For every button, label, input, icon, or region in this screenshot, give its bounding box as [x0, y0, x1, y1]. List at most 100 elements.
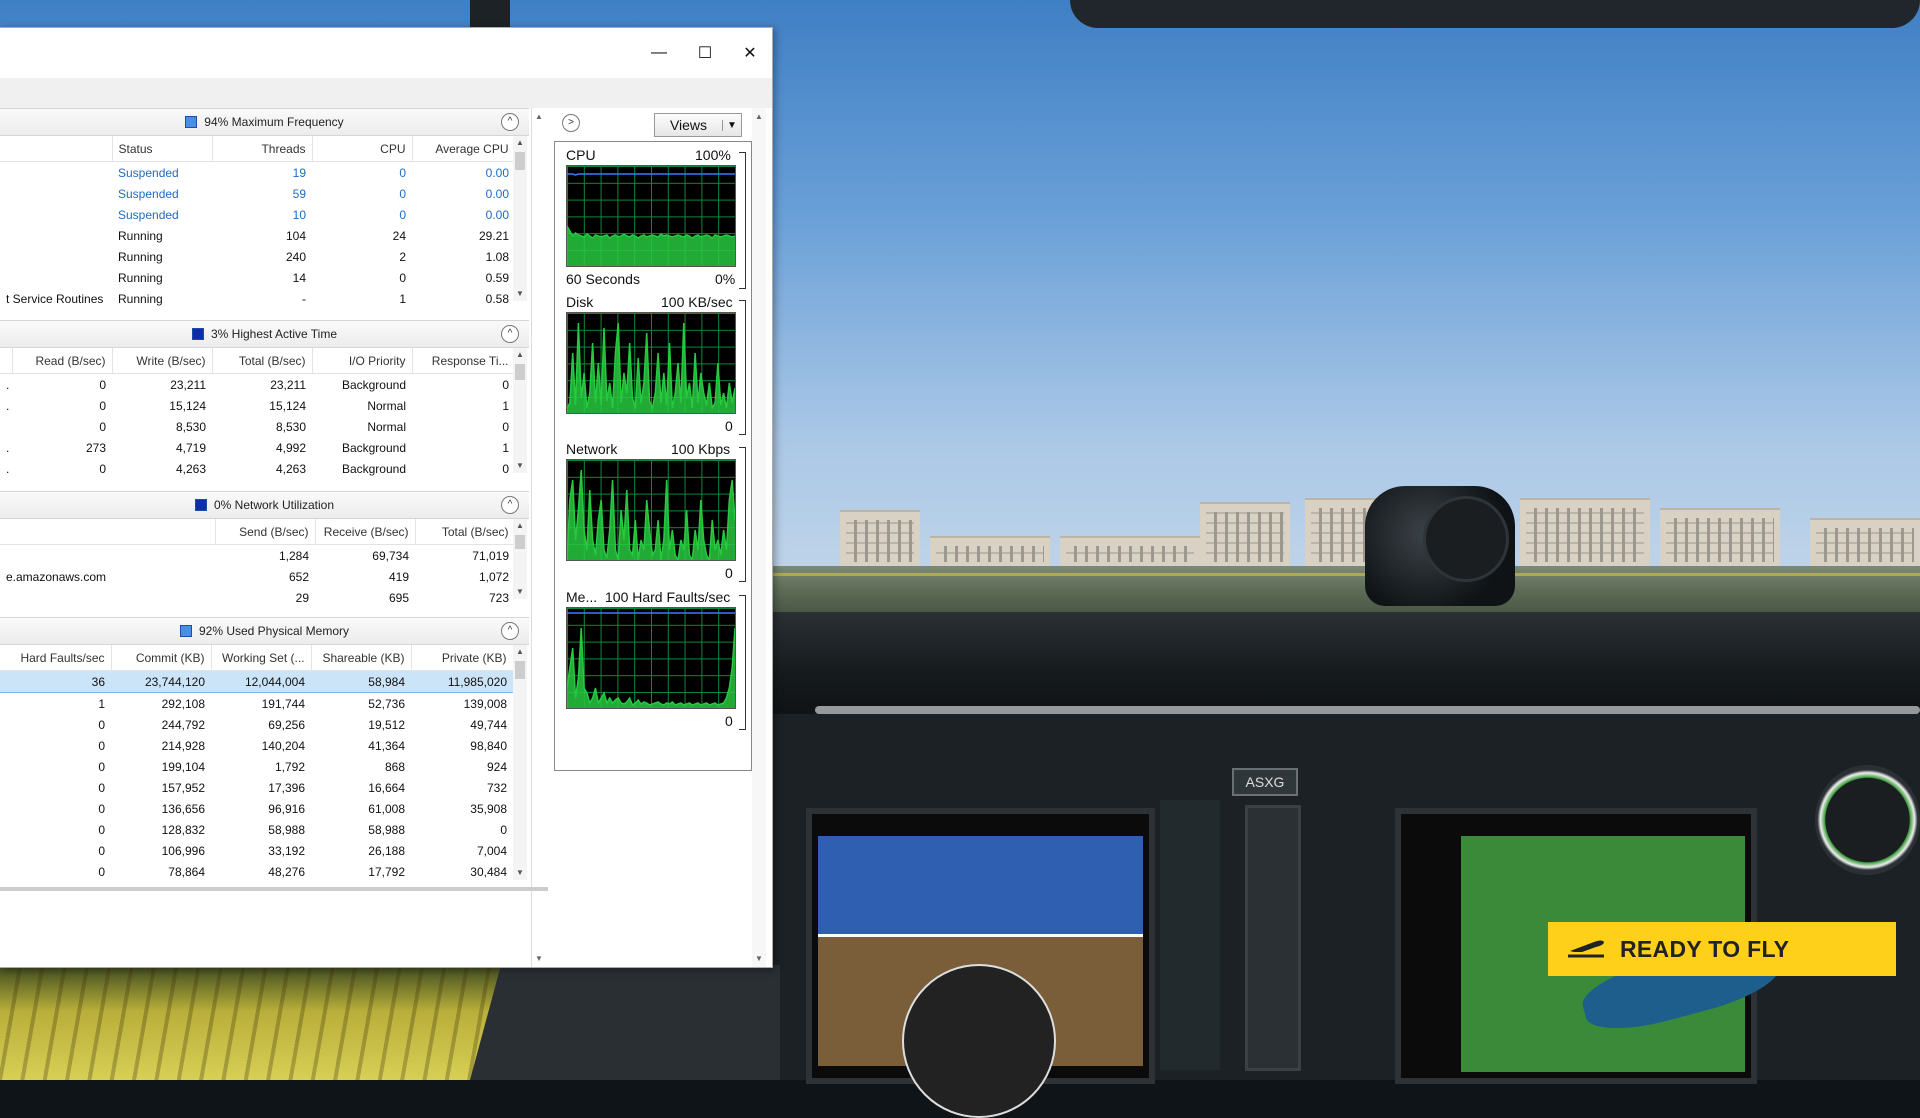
- col-commit[interactable]: Commit (KB): [111, 645, 212, 671]
- network-graph-max: 100 Kbps: [671, 441, 731, 457]
- col-net-total[interactable]: Total (B/sec): [415, 519, 516, 545]
- col-status[interactable]: Status: [112, 136, 213, 162]
- disk-activity-series-area: [567, 323, 735, 413]
- disk-activity-row[interactable]: 0 8,530 8,530 Normal 0: [0, 416, 515, 437]
- disk-graph-label: Disk: [566, 294, 594, 310]
- disk-response-time: 0: [502, 377, 509, 392]
- col-working-set[interactable]: Working Set (...: [211, 645, 312, 671]
- memory-shareable: 16,664: [368, 780, 405, 795]
- cpu-scrollbar[interactable]: ▲ ▼: [513, 136, 527, 301]
- disk-activity-row[interactable]: . 0 4,263 4,263 Background 0: [0, 458, 515, 479]
- col-cpu[interactable]: CPU: [312, 136, 413, 162]
- cpu-graph-label: CPU: [566, 147, 596, 163]
- close-button[interactable]: ✕: [727, 38, 773, 68]
- monitor-pane: > Views ▼ CPU 100% 60 Seconds 0% Disk 10…: [549, 108, 772, 967]
- disk-total: 4,263: [275, 461, 306, 476]
- network-activity-row[interactable]: 1,284 69,734 71,019: [0, 545, 515, 567]
- network-table: Send (B/sec) Receive (B/sec) Total (B/se…: [0, 519, 516, 608]
- process-name: [0, 225, 112, 246]
- memory-process-row[interactable]: 1 292,108 191,744 52,736 139,008: [0, 693, 513, 715]
- disk-write: 23,211: [170, 377, 206, 392]
- col-io-priority[interactable]: I/O Priority: [312, 348, 413, 374]
- col-hard-faults[interactable]: Hard Faults/sec: [0, 645, 112, 671]
- memory-process-row[interactable]: 0 78,864 48,276 17,792 30,484: [0, 861, 513, 882]
- memory-process-row[interactable]: 0 106,996 33,192 26,188 7,004: [0, 840, 513, 861]
- memory-collapse-icon[interactable]: ^: [501, 622, 519, 640]
- disk-io-priority: Background: [341, 440, 406, 455]
- disk-read: 0: [99, 377, 106, 392]
- cpu-section-header[interactable]: 94% Maximum Frequency ^: [0, 108, 529, 136]
- cpu-process-row[interactable]: t Service Routines Running - 1 0.58: [0, 288, 515, 309]
- cpu-process-row[interactable]: Running 104 24 29.21: [0, 225, 515, 246]
- col-total[interactable]: Total (B/sec): [212, 348, 313, 374]
- col-receive[interactable]: Receive (B/sec): [315, 519, 416, 545]
- glareshield: [760, 612, 1920, 712]
- memory-private: 7,004: [476, 843, 507, 858]
- memory-hard-faults: 0: [98, 717, 105, 732]
- cpu-usage-series: [567, 225, 735, 239]
- memory-commit: 106,996: [161, 843, 205, 858]
- cpu-process-row[interactable]: Running 14 0 0.59: [0, 267, 515, 288]
- col-send[interactable]: Send (B/sec): [215, 519, 316, 545]
- memory-process-row[interactable]: 0 214,928 140,204 41,364 98,840: [0, 735, 513, 756]
- memory-commit: 157,952: [161, 780, 205, 795]
- disk-file-name: [0, 416, 12, 437]
- memory-commit: 244,792: [161, 717, 205, 732]
- memory-hard-faults: 1: [98, 696, 105, 711]
- col-threads[interactable]: Threads: [212, 136, 313, 162]
- minimize-button[interactable]: —: [636, 38, 682, 68]
- col-shareable[interactable]: Shareable (KB): [311, 645, 412, 671]
- cpu-process-row[interactable]: Suspended 59 0 0.00: [0, 183, 515, 204]
- ready-to-fly-button[interactable]: READY TO FLY: [1548, 922, 1896, 976]
- network-collapse-icon[interactable]: ^: [501, 496, 519, 514]
- col-average-cpu[interactable]: Average CPU: [412, 136, 516, 162]
- disk-total: 23,211: [270, 377, 306, 392]
- cpu-process-row[interactable]: Running 240 2 1.08: [0, 246, 515, 267]
- pane-splitter[interactable]: ▲ ▼: [531, 108, 551, 967]
- memory-hard-faults: 36: [0, 670, 111, 693]
- network-section-header[interactable]: 0% Network Utilization ^: [0, 491, 529, 519]
- maximize-button[interactable]: ☐: [682, 38, 728, 68]
- memory-private: 30,484: [470, 864, 507, 879]
- memory-process-row[interactable]: 0 244,792 69,256 19,512 49,744: [0, 714, 513, 735]
- network-activity-row[interactable]: e.amazonaws.com 652 419 1,072: [0, 566, 515, 587]
- network-scrollbar[interactable]: ▲ ▼: [513, 519, 527, 599]
- disk-scrollbar[interactable]: ▲ ▼: [513, 348, 527, 473]
- views-dropdown[interactable]: Views ▼: [654, 113, 742, 137]
- network-activity-row[interactable]: 29 695 723: [0, 587, 515, 608]
- network-graph-label: Network: [566, 441, 618, 457]
- cpu-process-row[interactable]: Suspended 19 0 0.00: [0, 162, 515, 184]
- disk-activity-row[interactable]: . 0 23,211 23,211 Background 0: [0, 374, 515, 396]
- col-response-time[interactable]: Response Ti...: [412, 348, 516, 374]
- disk-activity-row[interactable]: . 0 15,124 15,124 Normal 1: [0, 395, 515, 416]
- cpu-collapse-icon[interactable]: ^: [501, 113, 519, 131]
- disk-total: 8,530: [275, 419, 306, 434]
- horizontal-scrollbar[interactable]: [0, 887, 548, 891]
- canopy-frame: [1070, 0, 1920, 28]
- col-write[interactable]: Write (B/sec): [112, 348, 213, 374]
- disk-section-header[interactable]: 3% Highest Active Time ^: [0, 320, 529, 348]
- memory-commit: 78,864: [168, 864, 205, 879]
- process-status: Running: [118, 291, 163, 306]
- memory-process-row[interactable]: 0 128,832 58,988 58,988 0: [0, 819, 513, 840]
- monitor-scrollbar[interactable]: ▲ ▼: [752, 108, 766, 967]
- disk-collapse-icon[interactable]: ^: [501, 325, 519, 343]
- memory-process-row[interactable]: 0 136,656 96,916 61,008 35,908: [0, 798, 513, 819]
- memory-private: 49,744: [470, 717, 507, 732]
- disk-activity-row[interactable]: . 273 4,719 4,992 Background 1: [0, 437, 515, 458]
- memory-graph: [566, 607, 736, 709]
- memory-section-header[interactable]: 92% Used Physical Memory ^: [0, 617, 529, 645]
- memory-process-row[interactable]: 36 23,744,120 12,044,004 58,984 11,985,020: [0, 670, 513, 693]
- memory-process-row[interactable]: 0 157,952 17,396 16,664 732: [0, 777, 513, 798]
- col-private[interactable]: Private (KB): [411, 645, 514, 671]
- process-threads: 14: [292, 270, 306, 285]
- memory-color-square: [179, 625, 192, 637]
- network-receive: 695: [388, 590, 409, 605]
- memory-process-row[interactable]: 0 199,104 1,792 868 924: [0, 756, 513, 777]
- memory-scrollbar[interactable]: ▲ ▼: [513, 645, 527, 880]
- process-threads: 240: [285, 249, 306, 264]
- overview-content: 94% Maximum Frequency ^ Status Threads C…: [0, 108, 772, 967]
- expand-chevron-icon[interactable]: >: [562, 114, 580, 132]
- col-read[interactable]: Read (B/sec): [12, 348, 113, 374]
- cpu-process-row[interactable]: Suspended 10 0 0.00: [0, 204, 515, 225]
